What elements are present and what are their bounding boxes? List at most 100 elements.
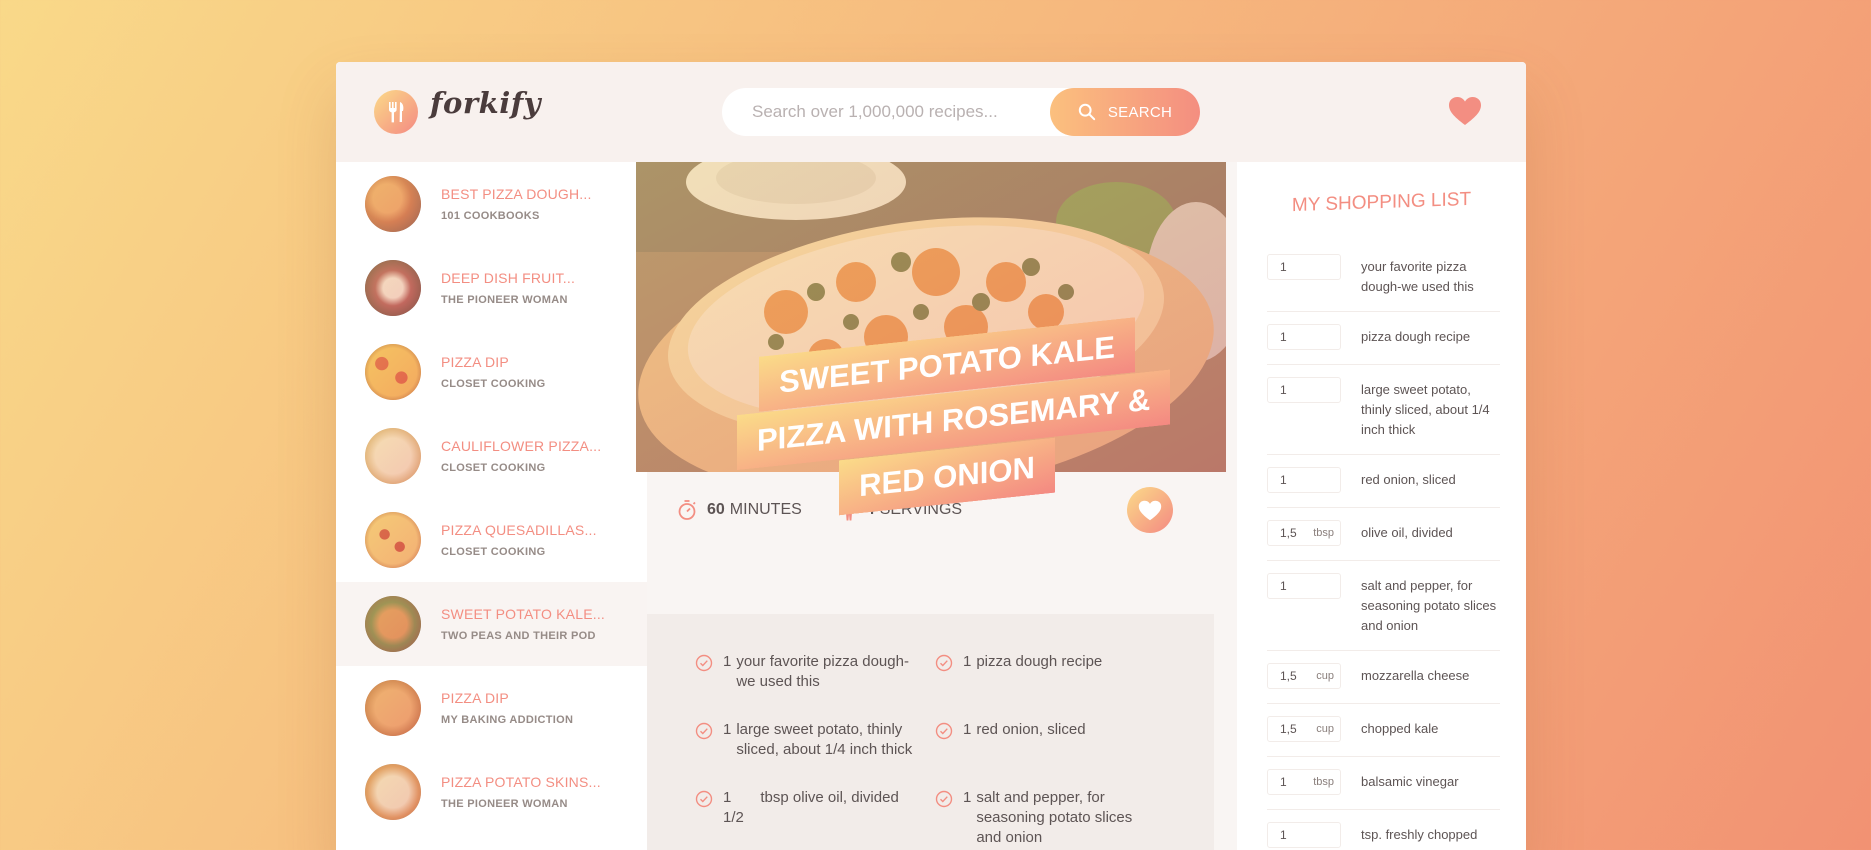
- shopping-item: 1,5 tbsp olive oil, divided: [1267, 520, 1500, 561]
- result-item[interactable]: CAULIFLOWER PIZZA... CLOSET COOKING: [336, 414, 647, 498]
- result-author: TWO PEAS AND THEIR POD: [441, 630, 596, 642]
- check-circle-icon: [695, 654, 713, 672]
- like-button[interactable]: [1127, 487, 1173, 533]
- shopping-item-desc: your favorite pizza dough-we used this: [1361, 259, 1474, 294]
- ingredient-item: 1 large sweet potato, thinly sliced, abou…: [695, 720, 935, 760]
- check-circle-icon: [695, 722, 713, 740]
- shopping-item-desc: red onion, sliced: [1361, 472, 1456, 487]
- result-author: 101 COOKBOOKS: [441, 210, 540, 222]
- result-item[interactable]: PIZZA DIP MY BAKING ADDICTION: [336, 666, 647, 750]
- result-thumbnail: [365, 176, 421, 232]
- app-window: forkify SEARCH BEST PIZZA DOUGH... 101 CO…: [336, 62, 1526, 850]
- shopping-item-desc: tsp. freshly chopped: [1361, 827, 1478, 842]
- ingredient-count: 1: [723, 653, 732, 670]
- heart-icon: [1138, 500, 1162, 520]
- quantity-field[interactable]: 1 tbsp: [1267, 769, 1341, 795]
- shopping-item-desc: large sweet potato, thinly sliced, about…: [1361, 382, 1490, 437]
- quantity-field[interactable]: 1: [1267, 377, 1341, 403]
- shopping-item: 1 salt and pepper, for seasoning potato …: [1267, 573, 1500, 651]
- search-form: SEARCH: [722, 88, 1200, 136]
- shopping-item: 1 large sweet potato, thinly sliced, abo…: [1267, 377, 1500, 455]
- check-circle-icon: [695, 790, 713, 808]
- ingredient-item: 1 pizza dough recipe: [935, 652, 1175, 692]
- ingredient-item: 1 1/2 tbsp olive oil, divided: [695, 788, 935, 848]
- shopping-item-desc: chopped kale: [1361, 721, 1439, 736]
- search-results: BEST PIZZA DOUGH... 101 COOKBOOKS DEEP DI…: [336, 162, 647, 850]
- result-title: PIZZA DIP: [441, 354, 509, 370]
- check-circle-icon: [935, 790, 953, 808]
- quantity-field[interactable]: 1: [1267, 573, 1341, 599]
- result-item[interactable]: PIZZA POTATO SKINS... THE PIONEER WOMAN: [336, 750, 647, 834]
- result-thumbnail: [365, 512, 421, 568]
- result-thumbnail: [365, 344, 421, 400]
- shopping-item: 1 pizza dough recipe: [1267, 324, 1500, 365]
- shopping-item-desc: olive oil, divided: [1361, 525, 1453, 540]
- ingredient-text: red onion, sliced: [976, 721, 1086, 738]
- result-author: THE PIONEER WOMAN: [441, 798, 568, 810]
- result-author: CLOSET COOKING: [441, 378, 546, 390]
- ingredient-text: salt and pepper, for seasoning potato sl…: [976, 789, 1133, 846]
- result-title: CAULIFLOWER PIZZA...: [441, 438, 602, 454]
- result-item[interactable]: BEST PIZZA DOUGH... 101 COOKBOOKS: [336, 162, 647, 246]
- quantity-field[interactable]: 1: [1267, 324, 1341, 350]
- recipe-panel: SWEET POTATO KALE PIZZA WITH ROSEMARY & …: [636, 162, 1237, 850]
- ingredient-count: 1: [963, 653, 972, 670]
- result-author: CLOSET COOKING: [441, 546, 546, 558]
- result-author: MY BAKING ADDICTION: [441, 714, 574, 726]
- brand-logo[interactable]: forkify: [430, 86, 541, 120]
- result-thumbnail: [365, 428, 421, 484]
- shopping-item: 1 tbsp balsamic vinegar: [1267, 769, 1500, 810]
- result-title: PIZZA QUESADILLAS...: [441, 522, 597, 538]
- result-item[interactable]: PIZZA QUESADILLAS... CLOSET COOKING: [336, 498, 647, 582]
- result-title: DEEP DISH FRUIT...: [441, 270, 576, 286]
- shopping-item: 1 your favorite pizza dough-we used this: [1267, 254, 1500, 312]
- check-circle-icon: [935, 722, 953, 740]
- fork-knife-icon: [374, 90, 418, 134]
- result-thumbnail: [365, 596, 421, 652]
- ingredient-text: pizza dough recipe: [976, 653, 1103, 670]
- ingredient-item: 1 red onion, sliced: [935, 720, 1175, 760]
- ingredient-count: 1: [723, 721, 732, 738]
- result-author: THE PIONEER WOMAN: [441, 294, 568, 306]
- result-author: CLOSET COOKING: [441, 462, 546, 474]
- result-item[interactable]: PIZZA DIP CLOSET COOKING: [336, 330, 647, 414]
- check-circle-icon: [935, 654, 953, 672]
- shopping-item: 1,5 cup mozzarella cheese: [1267, 663, 1500, 704]
- shopping-list: MY SHOPPING LIST 1 your favorite pizza d…: [1237, 162, 1526, 850]
- shopping-items: 1 your favorite pizza dough-we used this…: [1267, 254, 1500, 850]
- stopwatch-icon: [678, 500, 696, 520]
- quantity-field[interactable]: 1,5 cup: [1267, 663, 1341, 689]
- shopping-item-desc: balsamic vinegar: [1361, 774, 1459, 789]
- shopping-item-desc: mozzarella cheese: [1361, 668, 1470, 683]
- search-input[interactable]: [752, 102, 1052, 122]
- result-title: BEST PIZZA DOUGH...: [441, 186, 592, 202]
- quantity-field[interactable]: 1: [1267, 822, 1341, 848]
- ingredient-item: 1 your favorite pizza dough-we used this: [695, 652, 935, 692]
- search-icon: [1078, 103, 1096, 121]
- search-button-label: SEARCH: [1107, 103, 1173, 121]
- ingredient-count: 1: [963, 789, 972, 806]
- result-title: SWEET POTATO KALE...: [441, 606, 606, 622]
- result-title: PIZZA POTATO SKINS...: [441, 774, 601, 790]
- ingredient-count: 1 1/2: [723, 789, 744, 826]
- quantity-field[interactable]: 1,5 tbsp: [1267, 520, 1341, 546]
- shopping-item-desc: pizza dough recipe: [1361, 329, 1471, 344]
- result-thumbnail: [365, 764, 421, 820]
- ingredient-text: large sweet potato, thinly sliced, about…: [736, 721, 913, 758]
- result-thumbnail: [365, 680, 421, 736]
- ingredient-text: tbsp olive oil, divided: [760, 789, 899, 806]
- duration-value: 60: [707, 501, 725, 518]
- search-button[interactable]: SEARCH: [1050, 88, 1200, 136]
- result-item[interactable]: DEEP DISH FRUIT... THE PIONEER WOMAN: [336, 246, 647, 330]
- ingredient-count: 1: [963, 721, 972, 738]
- likes-heart-icon[interactable]: [1448, 96, 1482, 130]
- quantity-field[interactable]: 1,5 cup: [1267, 716, 1341, 742]
- result-item-active[interactable]: SWEET POTATO KALE... TWO PEAS AND THEIR P…: [336, 582, 647, 666]
- header: forkify SEARCH: [336, 62, 1526, 162]
- shopping-list-title: MY SHOPPING LIST: [1291, 188, 1472, 217]
- ingredient-item: 1 salt and pepper, for seasoning potato s…: [935, 788, 1175, 848]
- result-title: PIZZA DIP: [441, 690, 509, 706]
- ingredient-text: your favorite pizza dough-we used this: [736, 653, 909, 690]
- quantity-field[interactable]: 1: [1267, 254, 1341, 280]
- quantity-field[interactable]: 1: [1267, 467, 1341, 493]
